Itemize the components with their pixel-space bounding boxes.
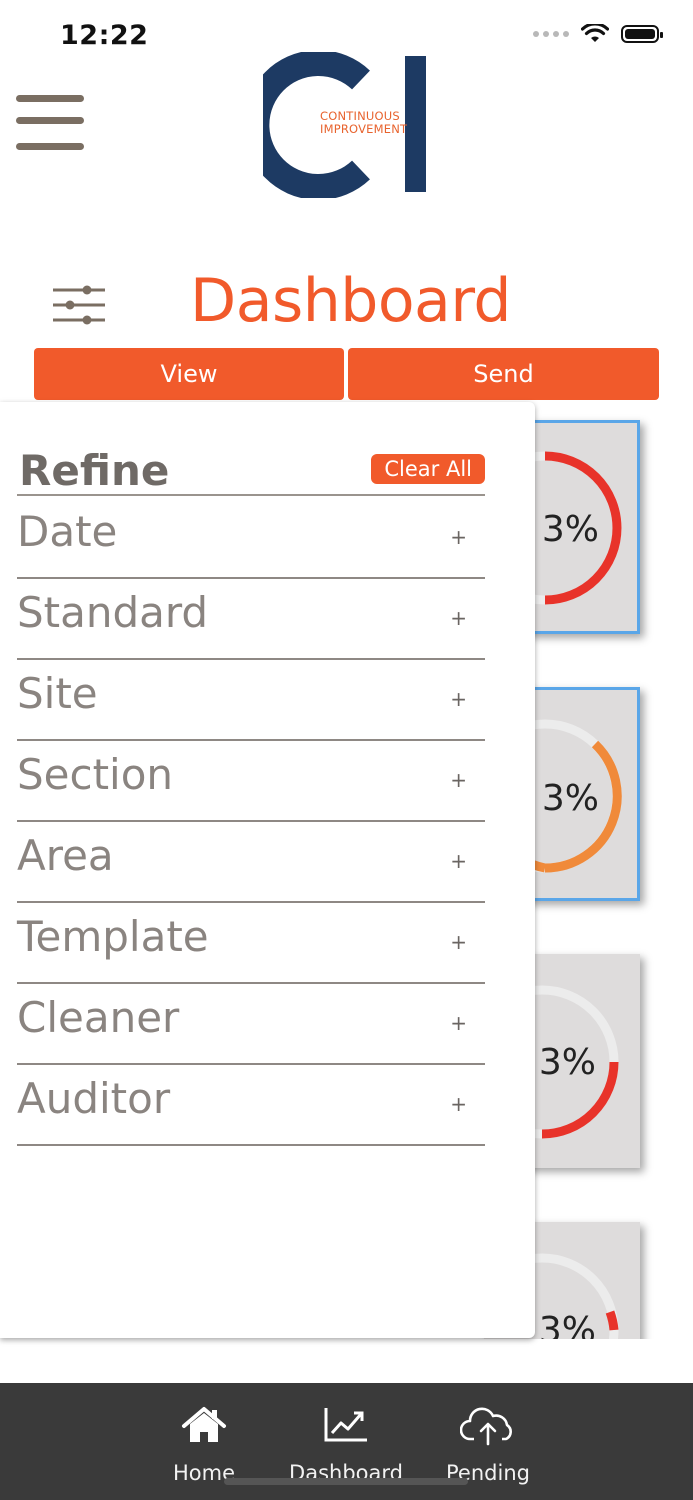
filter-template[interactable]: Template + xyxy=(17,902,485,984)
expand-plus-icon[interactable]: + xyxy=(450,606,467,630)
home-icon xyxy=(182,1407,226,1442)
filter-label: Template xyxy=(17,912,209,961)
cloud-upload-icon xyxy=(460,1407,512,1446)
page-title: Dashboard xyxy=(190,266,512,336)
refine-title: Refine xyxy=(19,446,170,495)
filter-auditor[interactable]: Auditor + xyxy=(17,1064,485,1146)
filter-standard[interactable]: Standard + xyxy=(17,578,485,660)
filter-date[interactable]: Date + xyxy=(17,497,485,579)
filter-toggle-button[interactable] xyxy=(50,283,108,327)
expand-plus-icon[interactable]: + xyxy=(450,1011,467,1035)
expand-plus-icon[interactable]: + xyxy=(450,687,467,711)
expand-plus-icon[interactable]: + xyxy=(450,1092,467,1116)
expand-plus-icon[interactable]: + xyxy=(450,768,467,792)
filter-label: Standard xyxy=(17,588,209,637)
wifi-icon xyxy=(581,24,609,42)
filter-label: Area xyxy=(17,831,114,880)
battery-icon xyxy=(621,25,663,43)
clear-all-button[interactable]: Clear All xyxy=(371,454,485,484)
filter-cleaner[interactable]: Cleaner + xyxy=(17,983,485,1065)
filter-label: Site xyxy=(17,669,98,718)
sliders-icon xyxy=(53,285,105,325)
logo-wordmark: CONTINUOUS IMPROVEMENT xyxy=(320,110,407,136)
filter-label: Cleaner xyxy=(17,993,180,1042)
refine-panel: Refine Clear All Date + Standard + Site … xyxy=(0,402,535,1338)
expand-plus-icon[interactable]: + xyxy=(450,849,467,873)
status-time: 12:22 xyxy=(60,20,149,51)
send-tab[interactable]: Send xyxy=(348,348,659,400)
ci-logo: CONTINUOUS IMPROVEMENT xyxy=(243,50,433,200)
filter-site[interactable]: Site + xyxy=(17,659,485,741)
filter-label: Date xyxy=(17,507,118,556)
filter-area[interactable]: Area + xyxy=(17,821,485,903)
home-indicator xyxy=(224,1478,468,1485)
expand-plus-icon[interactable]: + xyxy=(450,525,467,549)
logo-line-2: IMPROVEMENT xyxy=(320,122,408,136)
view-tab[interactable]: View xyxy=(34,348,344,400)
expand-plus-icon[interactable]: + xyxy=(450,930,467,954)
filter-label: Auditor xyxy=(17,1074,171,1123)
refine-header: Refine Clear All xyxy=(17,446,485,496)
status-icons xyxy=(533,24,663,44)
filter-label: Section xyxy=(17,750,174,799)
chart-line-icon xyxy=(324,1408,367,1442)
filter-section[interactable]: Section + xyxy=(17,740,485,822)
menu-button[interactable] xyxy=(16,93,86,155)
cellular-signal-icon xyxy=(533,31,569,37)
